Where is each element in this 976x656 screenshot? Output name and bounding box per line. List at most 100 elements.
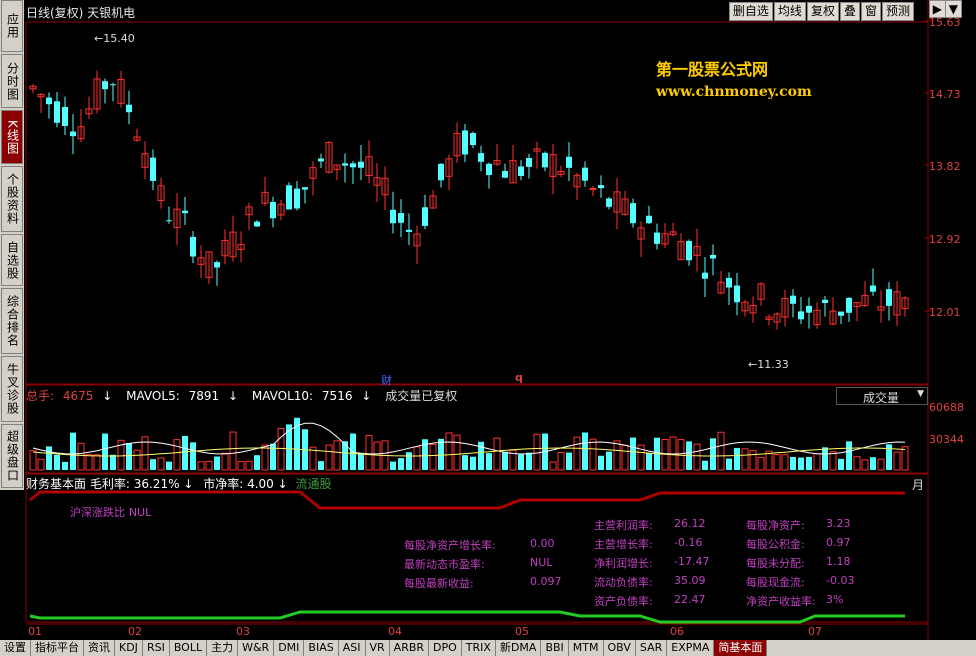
- candle-body: [726, 277, 732, 288]
- bottom-tab-10[interactable]: ASI: [339, 640, 366, 656]
- mavol5-value: 7891: [188, 389, 220, 403]
- indicator-selector[interactable]: 成交量 ▼: [836, 387, 928, 405]
- candle-body: [190, 236, 196, 257]
- candle-body: [102, 81, 108, 90]
- volume-bar: [46, 446, 52, 470]
- volume-bar: [54, 454, 60, 470]
- fund-col2-value: 22.47: [674, 593, 706, 606]
- bottom-tab-2[interactable]: 资讯: [84, 640, 115, 656]
- month-label: 07: [808, 625, 822, 638]
- fund-col2-label: 流动负债率:: [594, 576, 653, 589]
- candle-body: [686, 241, 692, 261]
- volume-bar: [277, 427, 285, 471]
- candle-body: [886, 289, 892, 306]
- bottom-tab-12[interactable]: ARBR: [390, 640, 430, 656]
- bottom-tab-5[interactable]: BOLL: [170, 640, 208, 656]
- fund-col1-value: 0.097: [530, 575, 562, 588]
- mavol5-line: [32, 422, 906, 455]
- bottom-tab-7[interactable]: W&R: [238, 640, 275, 656]
- bottom-tab-21[interactable]: 简基本面: [714, 640, 768, 656]
- bottom-tab-9[interactable]: BIAS: [304, 640, 339, 656]
- bottom-tab-19[interactable]: SAR: [636, 640, 668, 656]
- candle-body: [822, 299, 828, 303]
- bottom-tab-13[interactable]: DPO: [429, 640, 462, 656]
- fund-red-line: [29, 490, 905, 510]
- volume-bar: [846, 441, 852, 470]
- volume-bar: [526, 452, 532, 470]
- bottom-tab-16[interactable]: BBI: [541, 640, 569, 656]
- q-marker[interactable]: q: [515, 371, 523, 384]
- arrow-down-icon: ↓: [227, 389, 239, 403]
- total-value: 4675: [62, 389, 94, 403]
- volume-bar: [333, 440, 341, 471]
- month-label: 04: [388, 625, 402, 638]
- candle-body: [406, 229, 412, 232]
- bottom-tab-11[interactable]: VR: [366, 640, 390, 656]
- volume-bar: [861, 459, 869, 471]
- fund-col3-label: 净资产收益率:: [746, 595, 816, 608]
- fund-col2-label: 资产负债率:: [594, 595, 653, 608]
- arrow-down-icon: ↓: [277, 477, 288, 491]
- volume-bar: [798, 457, 804, 470]
- fund-col3-value: -0.03: [826, 574, 855, 587]
- volume-bar: [566, 452, 572, 470]
- candle-body: [518, 166, 524, 177]
- bottom-tab-8[interactable]: DMI: [274, 640, 305, 656]
- fund-col3-label: 每股公积金:: [746, 538, 805, 551]
- fund-col2-value: 35.09: [674, 574, 706, 587]
- bottom-tab-15[interactable]: 新DMA: [496, 640, 542, 656]
- fund-col3-label: 每股净资产:: [746, 519, 805, 532]
- volume-bar: [77, 442, 85, 471]
- candle-body: [470, 133, 476, 146]
- candle-body: [462, 130, 468, 155]
- volume-bar: [358, 452, 364, 470]
- fund-col1-label: 最新动态市盈率:: [404, 558, 485, 571]
- volume-bar: [790, 457, 796, 470]
- volume-bar: [781, 454, 789, 471]
- volume-bar: [717, 431, 725, 471]
- month-label: 01: [28, 625, 42, 638]
- selector-value: 成交量: [863, 391, 900, 405]
- bottom-tab-6[interactable]: 主力: [207, 640, 239, 656]
- candle-body: [70, 131, 76, 137]
- bottom-tab-20[interactable]: EXPMA: [667, 640, 715, 656]
- volume-bar: [853, 456, 861, 471]
- candle-body: [598, 185, 604, 189]
- volume-bar: [726, 458, 732, 470]
- price-tick: 15.63: [929, 16, 961, 29]
- candle-body: [150, 157, 156, 181]
- volume-bar: [29, 450, 37, 471]
- bottom-tab-14[interactable]: TRIX: [462, 640, 496, 656]
- volume-bar: [646, 453, 652, 470]
- fund-col3-label: 每股未分配:: [746, 557, 805, 570]
- candle-body: [646, 215, 652, 224]
- volume-bar: [870, 457, 876, 470]
- bottom-tab-0[interactable]: 设置: [0, 640, 31, 656]
- fund-col1-value: 0.00: [530, 537, 555, 550]
- bottom-tab-18[interactable]: OBV: [604, 640, 636, 656]
- fund-col2-label: 主营利润率:: [594, 519, 653, 532]
- fund-col2-label: 净利润增长:: [594, 557, 653, 570]
- volume-bar: [413, 446, 421, 471]
- candle-body: [110, 84, 116, 86]
- candle-body: [422, 207, 428, 226]
- bottom-tab-4[interactable]: RSI: [143, 640, 170, 656]
- volume-bar: [429, 444, 437, 471]
- volume-bar: [630, 437, 636, 470]
- finance-marker[interactable]: 财: [381, 372, 392, 388]
- month-label: 05: [515, 625, 529, 638]
- volume-bar: [702, 460, 708, 470]
- bottom-tab-17[interactable]: MTM: [569, 640, 604, 656]
- candle-body: [438, 163, 444, 181]
- bottom-tab-1[interactable]: 指标平台: [31, 640, 84, 656]
- watermark-url: www.chnmoney.com: [656, 84, 812, 100]
- volume-bar: [110, 454, 116, 470]
- price-tick: 13.82: [929, 160, 961, 173]
- volume-bar: [710, 438, 716, 470]
- volume-bar: [150, 459, 156, 470]
- volume-bar: [93, 454, 101, 471]
- volume-bar: [37, 458, 45, 471]
- fund-col2-label: 主营增长率:: [594, 538, 653, 551]
- ps-value: 4.00: [247, 477, 274, 491]
- bottom-tab-3[interactable]: KDJ: [115, 640, 143, 656]
